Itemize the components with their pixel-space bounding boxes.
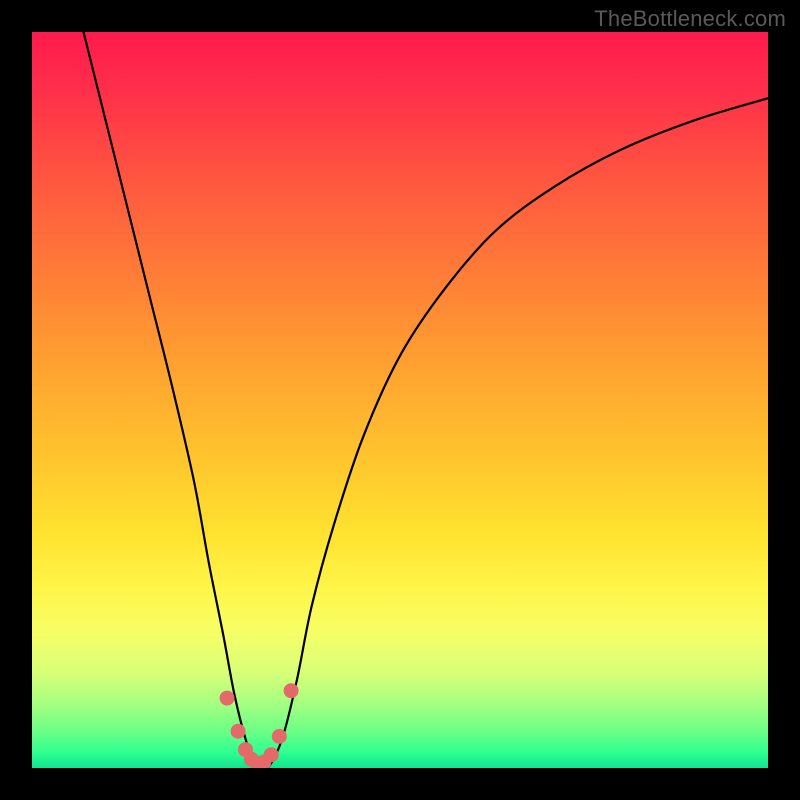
marker-dot: [272, 729, 287, 744]
marker-dot: [231, 724, 246, 739]
watermark-text: TheBottleneck.com: [594, 6, 786, 32]
curve-layer: [32, 32, 768, 768]
marker-dot: [220, 691, 235, 706]
marker-dot: [284, 683, 299, 698]
marker-dot: [264, 747, 279, 762]
chart-frame: TheBottleneck.com: [0, 0, 800, 800]
bottleneck-curve: [84, 32, 768, 768]
plot-area: [32, 32, 768, 768]
